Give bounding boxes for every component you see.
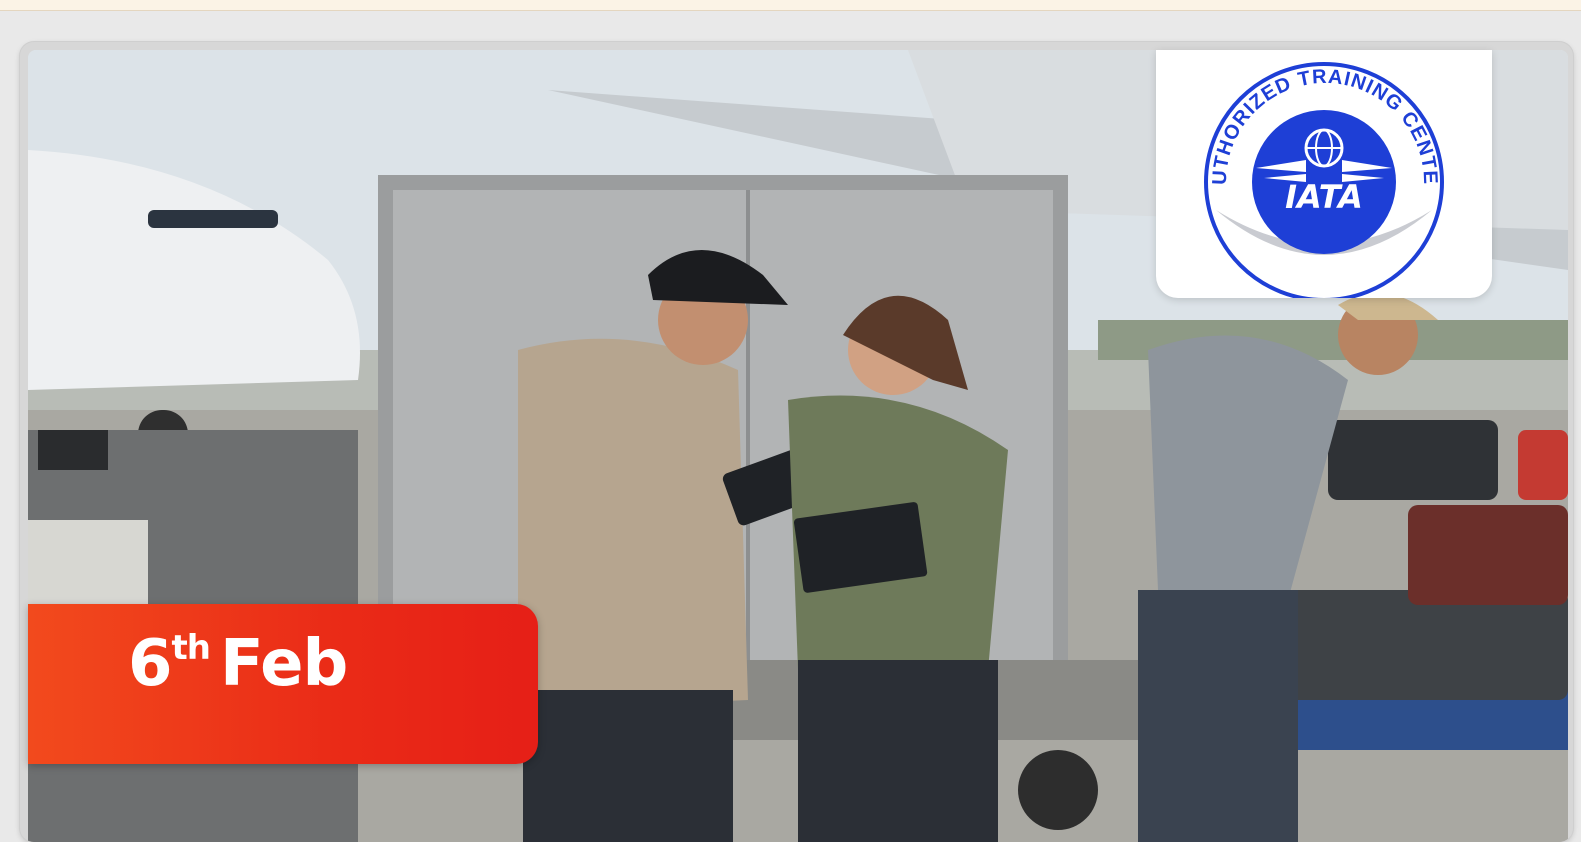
date-suffix: th <box>171 627 211 668</box>
course-card[interactable]: IATA AUTHORIZED TRAINING CENTER 6thFeb <box>20 42 1573 842</box>
iata-brand-text: IATA <box>1285 178 1363 216</box>
top-strip <box>0 0 1581 11</box>
iata-authorized-training-center-seal: IATA AUTHORIZED TRAINING CENTER <box>1156 50 1444 298</box>
date-label: 6th Feb <box>128 631 348 696</box>
date-day: 6 <box>128 627 173 701</box>
iata-logo-card: IATA AUTHORIZED TRAINING CENTER <box>1156 50 1492 298</box>
date-month: Feb <box>220 627 348 701</box>
date-badge: 6th Feb <box>28 604 538 764</box>
